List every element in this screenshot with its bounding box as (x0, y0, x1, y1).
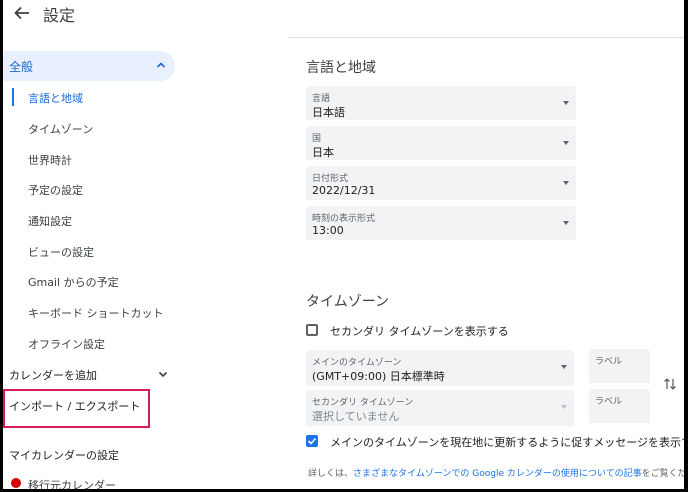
date-format-value: 2022/12/31 (312, 184, 376, 197)
country-value: 日本 (312, 146, 334, 159)
sidebar-my-calendars[interactable]: マイカレンダーの設定 (9, 447, 119, 463)
time-format-select[interactable]: 時刻の表示形式 13:00 (306, 206, 576, 240)
timezone-help-link[interactable]: さまざまなタイムゾーンでの Google カレンダーの使用についての記事 (353, 469, 642, 479)
language-select[interactable]: 言語 日本語 (306, 86, 576, 120)
secondary-timezone-label-input: ラベル (589, 389, 650, 423)
timezone-help-text: 詳しくは、さまざまなタイムゾーンでの Google カレンダーの使用についての記… (308, 466, 684, 479)
secondary-timezone-select: セカンダリ タイムゾーン 選択していません (306, 390, 574, 426)
sidebar-import-export[interactable]: インポート / エクスポート (9, 398, 140, 414)
secondary-timezone-label: セカンダリ タイムゾーン (312, 398, 414, 408)
dropdown-arrow-icon (563, 101, 569, 105)
sidebar-add-calendar[interactable]: カレンダーを追加 (9, 367, 97, 383)
time-format-value: 13:00 (312, 224, 344, 237)
country-select[interactable]: 国 日本 (306, 126, 576, 160)
dropdown-arrow-icon (561, 405, 567, 409)
sidebar-item-timezone[interactable]: タイムゾーン (28, 121, 93, 137)
label-field-placeholder: ラベル (595, 357, 623, 367)
date-format-label: 日付形式 (312, 174, 349, 184)
timezone-title: タイムゾーン (306, 294, 390, 310)
settings-window: 設定 全般 言語と地域 タイムゾーン 世界時計 予定の設定 通知設定 ビューの設… (3, 0, 684, 489)
sidebar-item-world-clock[interactable]: 世界時計 (28, 152, 72, 168)
primary-timezone-label-input[interactable]: ラベル (589, 349, 650, 383)
language-value: 日本語 (312, 106, 345, 119)
primary-timezone-select[interactable]: メインのタイムゾーン (GMT+09:00) 日本標準時 (306, 350, 574, 386)
secondary-timezone-checkbox[interactable] (306, 324, 318, 336)
language-region-title: 言語と地域 (306, 60, 376, 76)
update-timezone-checkbox[interactable] (306, 435, 318, 447)
help-text-prefix: 詳しくは、 (308, 469, 354, 479)
calendar-color-dot (11, 478, 21, 488)
header-divider (288, 37, 684, 38)
page-title: 設定 (43, 6, 76, 25)
sidebar-item-offline[interactable]: オフライン設定 (28, 336, 105, 352)
swap-vertical-icon[interactable] (663, 376, 677, 392)
primary-timezone-value: (GMT+09:00) 日本標準時 (312, 370, 445, 383)
active-indicator (12, 88, 14, 106)
sidebar-item-view-options[interactable]: ビューの設定 (28, 244, 94, 260)
sidebar-item-keyboard-shortcuts[interactable]: キーボード ショートカット (28, 305, 164, 321)
label-field-placeholder: ラベル (595, 397, 623, 407)
arrow-back-icon[interactable] (12, 3, 32, 23)
chevron-up-icon (156, 62, 166, 68)
update-timezone-checkbox-label: メインのタイムゾーンを現在地に更新するように促すメッセージを表示す (330, 436, 684, 449)
dropdown-arrow-icon (563, 221, 569, 225)
sidebar-item-gmail-events[interactable]: Gmail からの予定 (28, 274, 119, 290)
primary-timezone-label: メインのタイムゾーン (312, 358, 402, 368)
language-label: 言語 (312, 94, 331, 104)
sidebar-migrate-calendar[interactable]: 移行元カレンダー (28, 477, 116, 489)
sidebar-item-notifications[interactable]: 通知設定 (28, 213, 72, 229)
time-format-label: 時刻の表示形式 (312, 214, 376, 224)
help-text-suffix: をご覧くだ (641, 469, 684, 479)
chevron-down-icon[interactable] (157, 368, 169, 380)
dropdown-arrow-icon (563, 141, 569, 145)
dropdown-arrow-icon (561, 365, 567, 369)
sidebar-item-language-region[interactable]: 言語と地域 (28, 90, 83, 106)
country-label: 国 (312, 134, 322, 144)
dropdown-arrow-icon (563, 181, 569, 185)
sidebar-item-event-settings[interactable]: 予定の設定 (28, 182, 83, 198)
checkmark-icon (307, 437, 317, 445)
sidebar-general-label: 全般 (9, 60, 34, 74)
sidebar-general-section[interactable]: 全般 (3, 51, 175, 81)
date-format-select[interactable]: 日付形式 2022/12/31 (306, 166, 576, 200)
secondary-timezone-value: 選択していません (312, 410, 400, 423)
secondary-timezone-checkbox-label: セカンダリ タイムゾーンを表示する (330, 325, 509, 338)
